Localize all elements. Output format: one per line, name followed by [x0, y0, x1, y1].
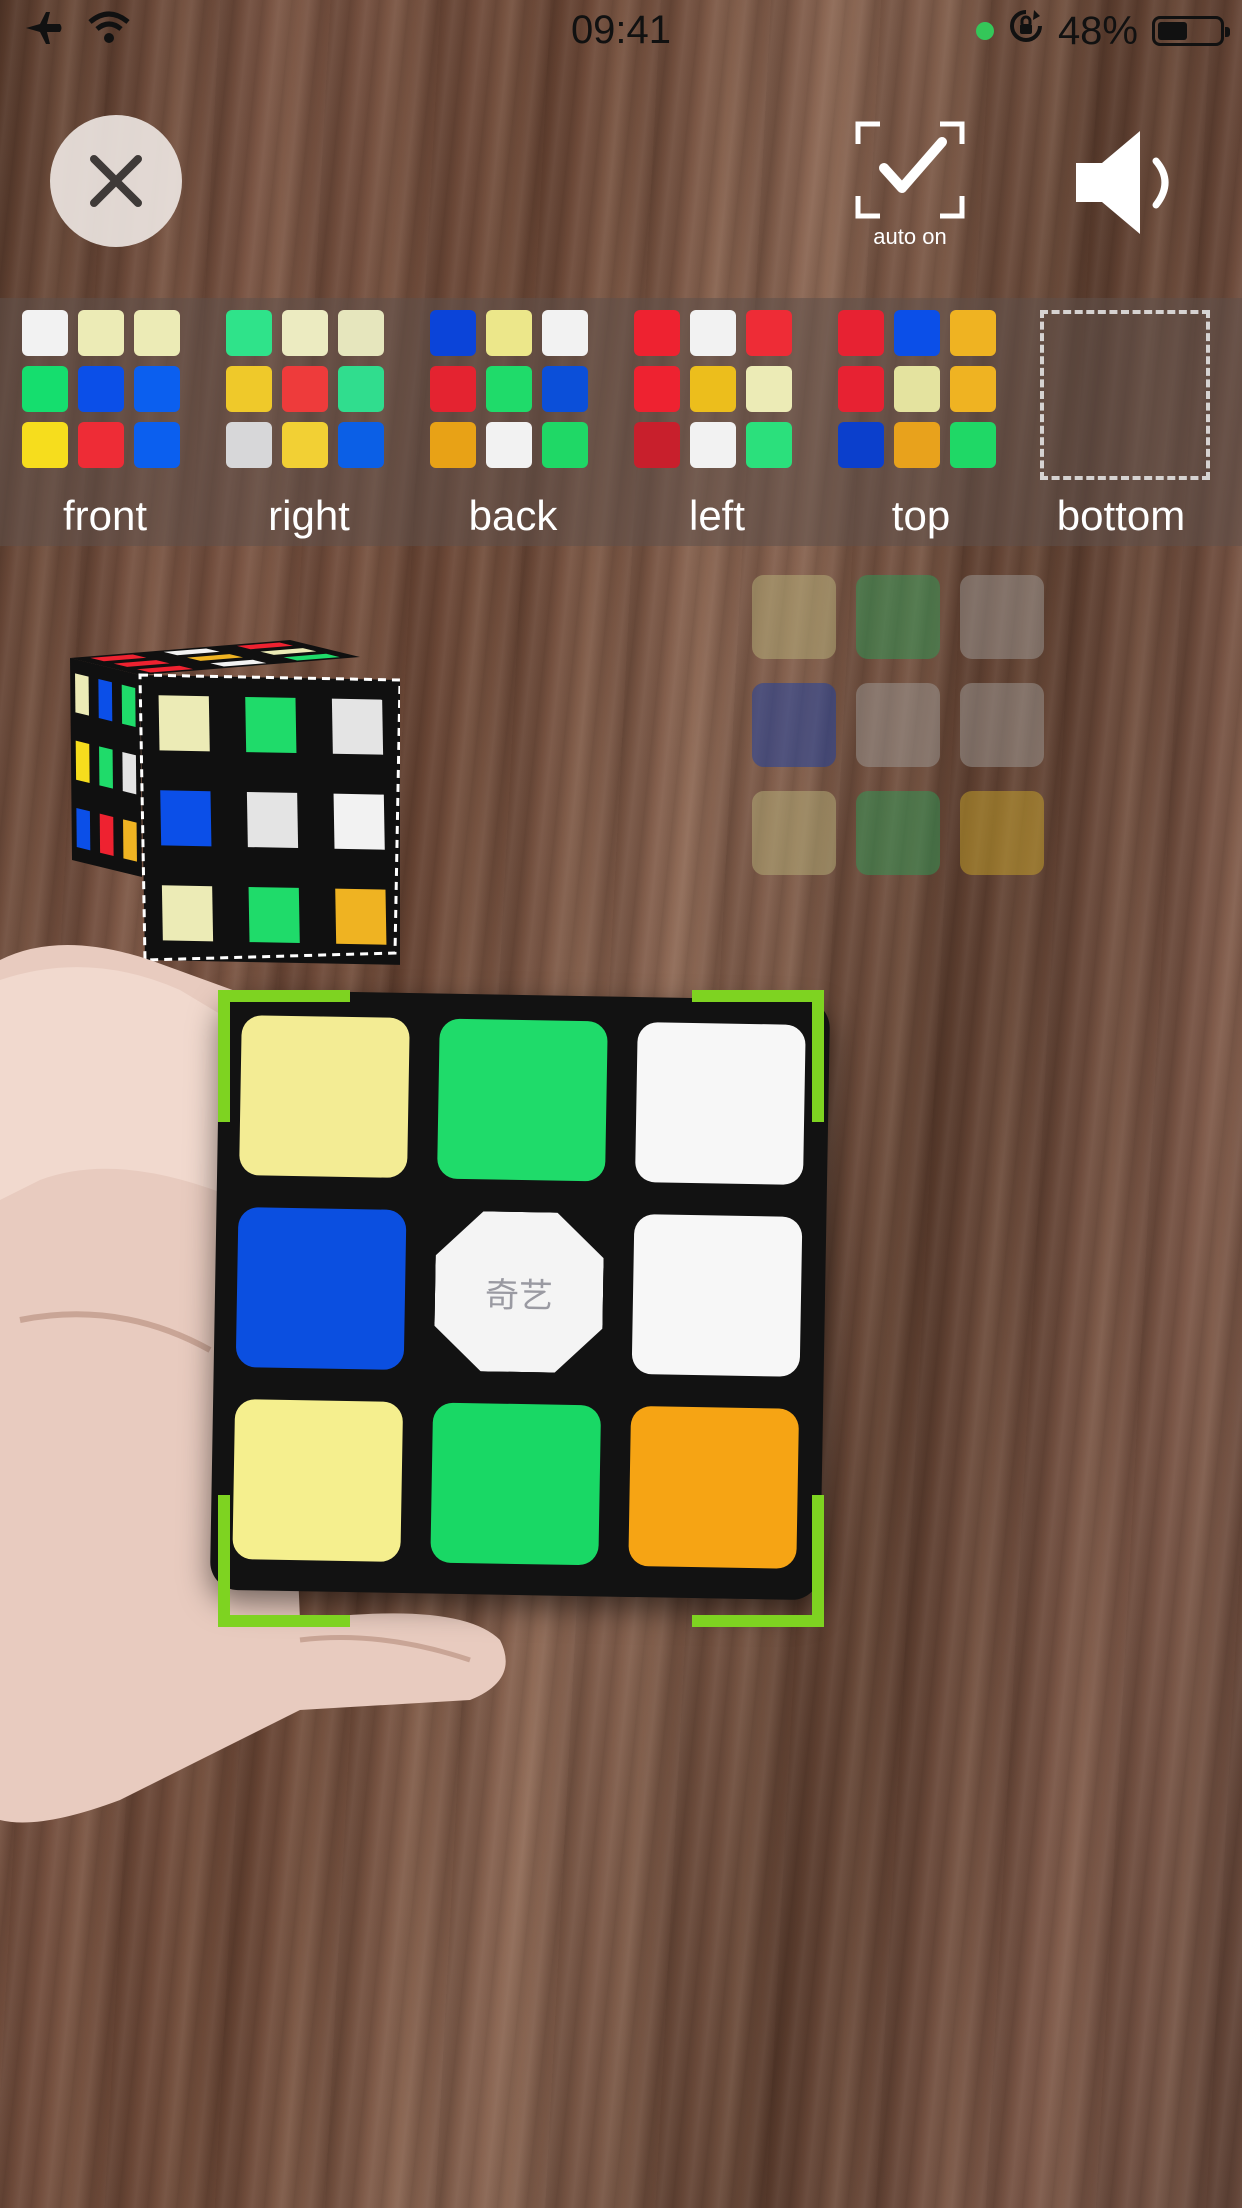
camera-cube-sticker — [235, 1207, 407, 1370]
camera-cube-sticker — [631, 1213, 803, 1377]
scan-corner-br — [692, 1495, 824, 1627]
camera-scan-screen: 09:41 48% auto on front right back left … — [0, 0, 1242, 2208]
scan-corner-bl — [218, 1495, 350, 1627]
camera-cube-sticker: 奇艺 — [434, 1211, 605, 1374]
scan-corner-tl — [218, 990, 350, 1122]
center-cap-logo: 奇艺 — [484, 1275, 554, 1316]
scan-corner-tr — [692, 990, 824, 1122]
camera-cube-sticker — [430, 1402, 602, 1566]
camera-cube-sticker — [437, 1018, 608, 1182]
